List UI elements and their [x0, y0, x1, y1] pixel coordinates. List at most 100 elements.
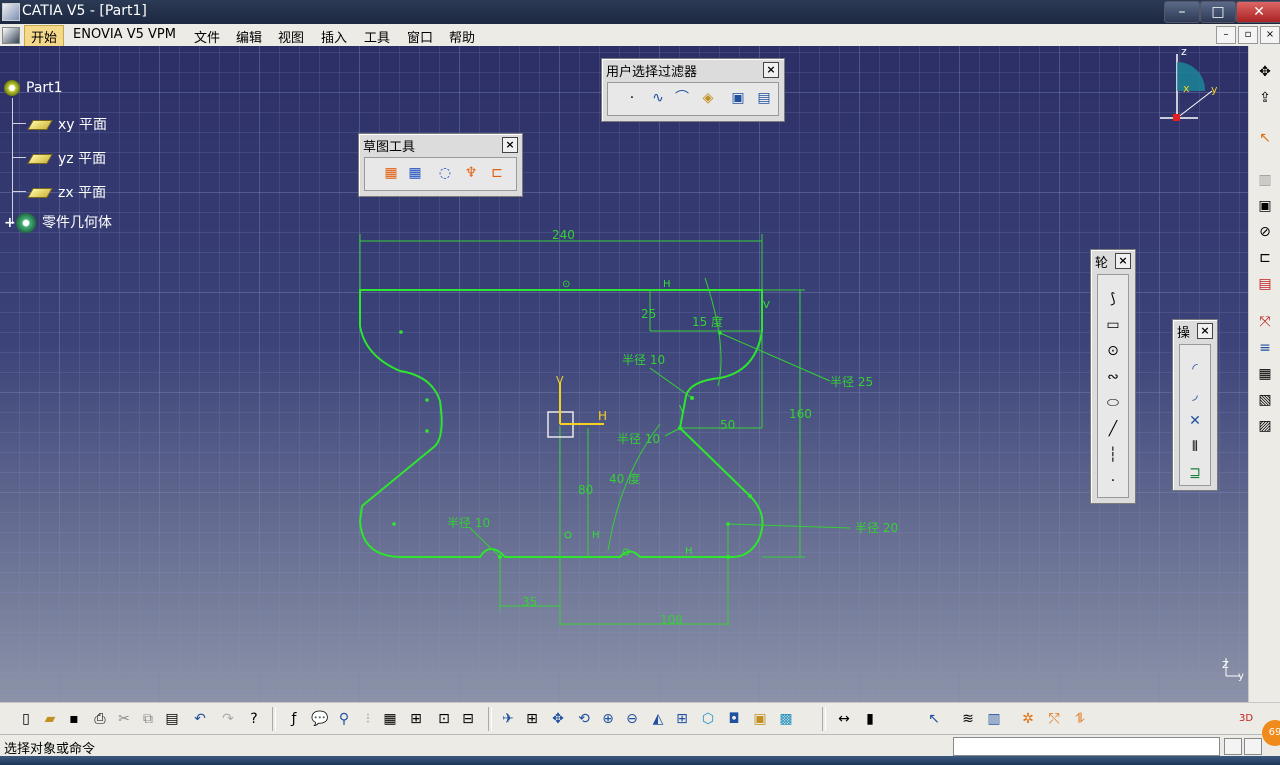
- line-icon[interactable]: ╱: [1103, 419, 1123, 439]
- menu-help[interactable]: 帮助: [443, 26, 481, 47]
- construction-element-icon[interactable]: ◌: [435, 163, 455, 183]
- edit-multi-constraint-icon[interactable]: ≡: [1255, 338, 1275, 358]
- exit-workbench-icon[interactable]: ⇪: [1255, 88, 1275, 108]
- menu-edit[interactable]: 编辑: [230, 26, 268, 47]
- multi-view-icon[interactable]: ⊞: [672, 709, 692, 729]
- feature-filter-icon[interactable]: ▣: [728, 88, 748, 108]
- auto-constraint-icon[interactable]: ▤: [1255, 274, 1275, 294]
- mdi-close-button[interactable]: ×: [1260, 26, 1280, 44]
- iso-view-icon[interactable]: ⬡: [698, 709, 718, 729]
- curve-filter-icon[interactable]: ∿: [648, 88, 668, 108]
- rotate-icon[interactable]: ⟲: [574, 709, 594, 729]
- normal-view-icon[interactable]: ◭: [648, 709, 668, 729]
- ellipse-icon[interactable]: ⬭: [1103, 393, 1123, 413]
- fly-mode-icon[interactable]: ✈: [498, 709, 518, 729]
- search-icon[interactable]: ⚲: [334, 709, 354, 729]
- mirror-icon[interactable]: ⫴: [1185, 437, 1205, 457]
- corner-icon[interactable]: ◜: [1185, 359, 1205, 379]
- measure-item-icon[interactable]: ▮: [860, 709, 880, 729]
- maximize-button[interactable]: □: [1200, 1, 1236, 23]
- visualization-icon[interactable]: ▨: [1255, 416, 1275, 436]
- spline-icon[interactable]: ∾: [1103, 367, 1123, 387]
- operation-toolbar[interactable]: 操 × ◜ ◞ ✕ ⫴ ⊒: [1172, 319, 1218, 491]
- mouse-select-icon[interactable]: ↖: [924, 709, 944, 729]
- dimensional-constraints-icon[interactable]: ⊏: [487, 163, 507, 183]
- power-input-field[interactable]: [953, 737, 1220, 756]
- menu-window[interactable]: 窗口: [401, 26, 439, 47]
- menu-file[interactable]: 文件: [188, 26, 226, 47]
- grid-icon[interactable]: ▦: [381, 163, 401, 183]
- trim-icon[interactable]: ✕: [1185, 411, 1205, 431]
- constraint-icon[interactable]: ⊏: [1255, 248, 1275, 268]
- layer-icon[interactable]: ▥: [984, 709, 1004, 729]
- multi-doc-icon[interactable]: ⊟: [458, 709, 478, 729]
- menu-view[interactable]: 视图: [272, 26, 310, 47]
- menu-start[interactable]: 开始: [24, 25, 65, 48]
- cut-icon[interactable]: ✂: [114, 709, 134, 729]
- constraint-bottom-icon[interactable]: ⤲: [1044, 709, 1064, 729]
- toolbar-close-button[interactable]: ×: [763, 62, 779, 78]
- toolbar-close-button[interactable]: ×: [1115, 253, 1131, 269]
- swap-space-icon[interactable]: ▩: [776, 709, 796, 729]
- selection-filter-toolbar[interactable]: 用户选择过滤器 × · ∿ ⌒ ◈ ▣ ▤: [601, 58, 785, 122]
- new-icon[interactable]: ▯: [16, 709, 36, 729]
- animate-constraint-icon[interactable]: ⤧: [1255, 312, 1275, 332]
- geometry-filter-icon[interactable]: ▤: [754, 88, 774, 108]
- snap-to-point-icon[interactable]: ▦: [405, 163, 425, 183]
- menu-insert[interactable]: 插入: [315, 26, 353, 47]
- redo-icon[interactable]: ↷: [218, 709, 238, 729]
- copy-icon[interactable]: ⧉: [138, 709, 158, 729]
- pan-icon[interactable]: ✥: [548, 709, 568, 729]
- sketch-analysis-icon[interactable]: ▦: [1255, 364, 1275, 384]
- fit-all-icon[interactable]: ⊞: [522, 709, 542, 729]
- toolbar-close-button[interactable]: ×: [1197, 323, 1213, 339]
- volume-filter-icon[interactable]: ◈: [698, 88, 718, 108]
- point-filter-icon[interactable]: ·: [622, 88, 642, 108]
- profile-icon[interactable]: ⟆: [1103, 289, 1123, 309]
- rectangle-icon[interactable]: ▭: [1103, 315, 1123, 335]
- axis-icon[interactable]: ┆: [1103, 445, 1123, 465]
- hide-show-icon[interactable]: ▣: [750, 709, 770, 729]
- document-icon[interactable]: [2, 27, 20, 44]
- knowledge-icon[interactable]: ⁝: [358, 709, 378, 729]
- positioned-sketch-icon[interactable]: ▣: [1255, 196, 1275, 216]
- compass[interactable]: z x y: [1160, 46, 1218, 121]
- sketch-canvas[interactable]: Part1 xy 平面 yz 平面 zx 平面 + 零件几何体 H V 240 …: [0, 46, 1248, 702]
- open-icon[interactable]: ▰: [40, 709, 60, 729]
- cut-part-icon[interactable]: ▧: [1255, 390, 1275, 410]
- sketch-analysis-bottom-icon[interactable]: ✲: [1018, 709, 1038, 729]
- table-icon[interactable]: ▦: [380, 709, 400, 729]
- close-button[interactable]: ✕: [1236, 1, 1280, 23]
- save-icon[interactable]: ▪: [64, 709, 84, 729]
- workbench-icon[interactable]: ✥: [1255, 62, 1275, 82]
- measure-between-icon[interactable]: ↔: [834, 709, 854, 729]
- print-icon[interactable]: ⎙: [90, 709, 110, 729]
- geometric-constraints-icon[interactable]: ♆: [461, 163, 481, 183]
- formula-icon[interactable]: ƒ: [284, 709, 304, 729]
- clip-icon[interactable]: ⊘: [1255, 222, 1275, 242]
- paste-icon[interactable]: ▤: [162, 709, 182, 729]
- select-arrow-icon[interactable]: ↖: [1255, 128, 1275, 148]
- menu-enovia[interactable]: ENOVIA V5 VPM: [67, 26, 182, 43]
- comment-icon[interactable]: 💬: [310, 709, 330, 729]
- circle-icon[interactable]: ⊙: [1103, 341, 1123, 361]
- sketch-icon[interactable]: ▥: [1255, 170, 1275, 190]
- mdi-restore-button[interactable]: ▫: [1238, 26, 1258, 44]
- minimize-button[interactable]: –: [1164, 1, 1200, 23]
- auto-dimension-icon[interactable]: ⥮: [1070, 709, 1090, 729]
- status-button[interactable]: [1224, 738, 1242, 755]
- catalog-icon[interactable]: ⊡: [434, 709, 454, 729]
- chamfer-icon[interactable]: ◞: [1185, 385, 1205, 405]
- tree-icon[interactable]: ⊞: [406, 709, 426, 729]
- zoom-in-icon[interactable]: ⊕: [598, 709, 618, 729]
- undo-icon[interactable]: ↶: [190, 709, 210, 729]
- menu-tools[interactable]: 工具: [358, 26, 396, 47]
- point-icon[interactable]: ·: [1103, 471, 1123, 491]
- mdi-minimize-button[interactable]: –: [1216, 26, 1236, 44]
- whats-this-icon[interactable]: ?: [244, 709, 264, 729]
- sketch-tools-toolbar[interactable]: 草图工具 × ▦ ▦ ◌ ♆ ⊏: [358, 133, 523, 197]
- surface-filter-icon[interactable]: ⌒: [672, 88, 692, 108]
- zoom-out-icon[interactable]: ⊖: [622, 709, 642, 729]
- stack-icon[interactable]: ≋: [958, 709, 978, 729]
- shading-icon[interactable]: ◘: [724, 709, 744, 729]
